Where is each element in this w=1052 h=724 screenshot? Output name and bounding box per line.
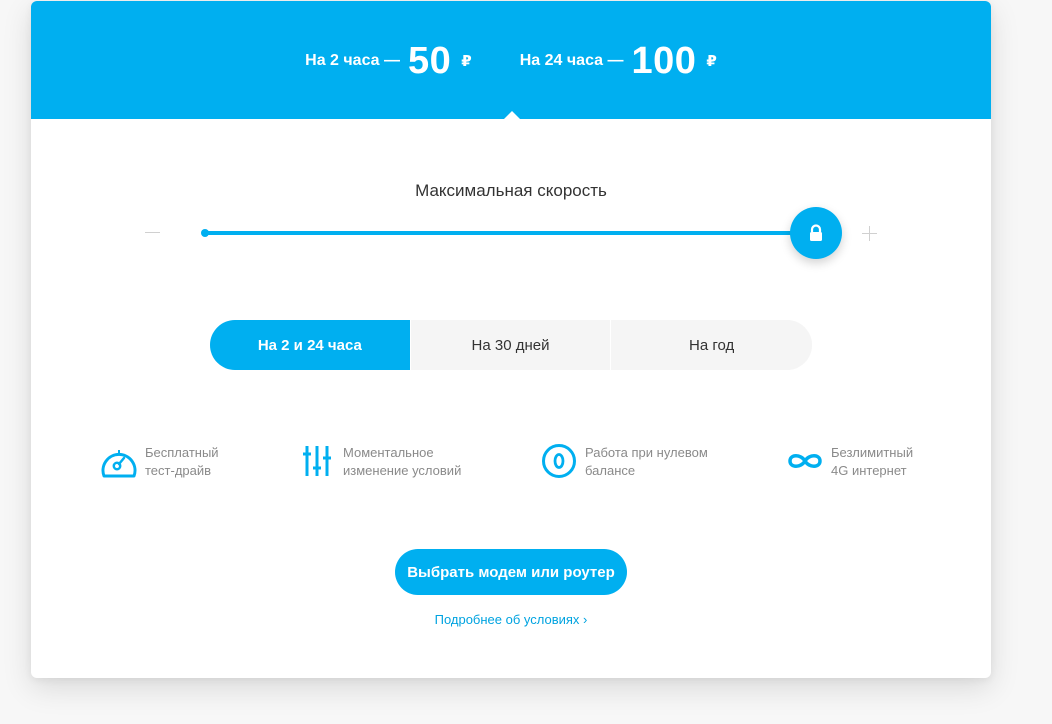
price-24h: На 24 часа — 100 ₽ <box>520 42 717 80</box>
price-2h: На 2 часа — 50 ₽ <box>305 42 472 80</box>
price-header: На 2 часа — 50 ₽ На 24 часа — 100 ₽ <box>31 1 991 119</box>
price-value: 50 <box>408 40 452 82</box>
tab-30-days[interactable]: На 30 дней <box>409 320 611 370</box>
speed-slider-thumb[interactable] <box>790 207 842 259</box>
feature-line: Безлимитный <box>831 445 914 460</box>
price-label: На 24 часа — <box>519 52 624 69</box>
features-list: Бесплатный тест-драйв Моментальное измен… <box>31 441 991 491</box>
speed-slider-track[interactable] <box>205 231 820 235</box>
sliders-icon <box>303 446 331 476</box>
choose-device-button[interactable]: Выбрать модем или роутер <box>395 549 627 595</box>
feature-line: изменение условий <box>343 463 462 478</box>
infinity-icon <box>788 454 822 468</box>
feature-line: 4G интернет <box>831 463 907 478</box>
increase-speed-button[interactable] <box>862 226 877 241</box>
feature-line: балансе <box>585 463 636 478</box>
tab-2-and-24-hours[interactable]: На 2 и 24 часа <box>210 320 410 370</box>
feature-line: тест-драйв <box>145 463 212 478</box>
feature-unlimited-4g: Безлимитный 4G интернет <box>785 441 913 481</box>
zero-balance-icon <box>542 444 576 478</box>
ruble-sign: ₽ <box>706 53 717 70</box>
feature-line: Моментальное <box>343 445 434 460</box>
header-pointer <box>504 111 520 119</box>
decrease-speed-button[interactable] <box>145 232 160 233</box>
feature-test-drive: Бесплатный тест-драйв <box>99 441 219 481</box>
ruble-sign: ₽ <box>461 53 472 70</box>
speedometer-icon <box>101 450 137 478</box>
feature-line: Бесплатный <box>145 445 219 460</box>
more-conditions-link[interactable]: Подробнее об условиях › <box>31 612 991 627</box>
slider-track-start <box>201 229 209 237</box>
price-value: 100 <box>631 40 697 82</box>
tab-year[interactable]: На год <box>610 320 812 370</box>
tariff-card: На 2 часа — 50 ₽ На 24 часа — 100 ₽ Макс… <box>31 1 991 678</box>
period-tabs: На 2 и 24 часа На 30 дней На год <box>210 320 812 370</box>
price-label: На 2 часа — <box>305 52 401 69</box>
speed-title: Максимальная скорость <box>415 181 607 200</box>
feature-line: Работа при нулевом <box>585 445 708 460</box>
lock-icon <box>810 224 822 241</box>
feature-instant-change: Моментальное изменение условий <box>297 441 461 481</box>
feature-zero-balance: Работа при нулевом балансе <box>539 441 708 481</box>
